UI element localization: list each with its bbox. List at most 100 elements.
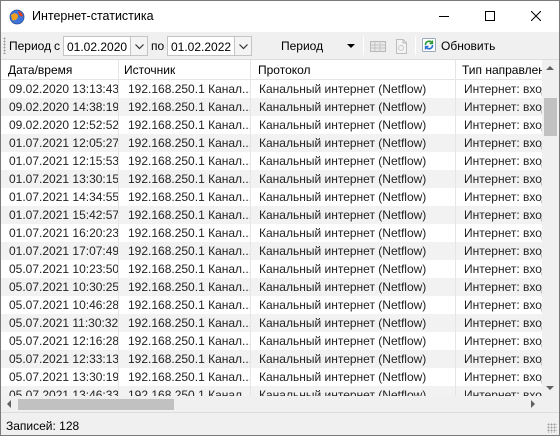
- cell-source: 192.168.250.1 Канал...: [119, 170, 251, 188]
- table-row[interactable]: 05.07.2021 10:46:28 192.168.250.1 Канал..…: [1, 296, 542, 314]
- cell-datetime: 05.07.2021 12:16:28: [1, 332, 119, 350]
- cell-protocol: Канальный интернет (Netflow): [251, 260, 456, 278]
- scroll-right-icon[interactable]: [531, 400, 535, 408]
- date-from-dropdown-button[interactable]: [130, 37, 147, 55]
- period-select-value: Период: [281, 39, 324, 53]
- period-select[interactable]: Период: [277, 36, 359, 56]
- close-button[interactable]: [513, 1, 559, 32]
- cell-datetime: 01.07.2021 16:20:23: [1, 224, 119, 242]
- table-row[interactable]: 01.07.2021 12:15:53 192.168.250.1 Канал..…: [1, 152, 542, 170]
- cell-direction-type: Интернет: вход: [464, 244, 542, 258]
- cell-protocol: Канальный интернет (Netflow): [251, 206, 456, 224]
- cell-protocol: Канальный интернет (Netflow): [251, 116, 456, 134]
- table-row[interactable]: 01.07.2021 15:42:57 192.168.250.1 Канал..…: [1, 206, 542, 224]
- refresh-button[interactable]: Обновить: [421, 35, 495, 57]
- cell-datetime: 01.07.2021 12:15:53: [1, 152, 119, 170]
- statistics-table: Дата/время Источник Протокол Тип направл…: [1, 59, 559, 412]
- scroll-left-icon[interactable]: [7, 400, 11, 408]
- maximize-button[interactable]: [467, 1, 513, 32]
- cell-direction-type: Интернет: вход: [464, 388, 542, 396]
- cell-direction-type: Интернет: вход: [464, 100, 542, 114]
- app-window: Интернет-статистика Период с 01.02.2020: [0, 0, 560, 436]
- cell-datetime: 09.02.2020 14:38:19: [1, 98, 119, 116]
- cell-protocol: Канальный интернет (Netflow): [251, 170, 456, 188]
- cell-source: 192.168.250.1 Канал...: [119, 224, 251, 242]
- cell-direction-type: Интернет: вход: [464, 118, 542, 132]
- close-icon: [530, 10, 542, 24]
- title-bar[interactable]: Интернет-статистика: [1, 1, 559, 32]
- toolbar-grip[interactable]: [3, 37, 6, 54]
- vertical-scroll-thumb[interactable]: [544, 98, 557, 136]
- cell-datetime: 01.07.2021 17:07:49: [1, 242, 119, 260]
- column-header-source[interactable]: Источник: [119, 60, 251, 80]
- cell-datetime: 05.07.2021 11:30:32: [1, 314, 119, 332]
- cell-source: 192.168.250.1 Канал...: [119, 278, 251, 296]
- table-row[interactable]: 05.07.2021 12:33:13 192.168.250.1 Канал..…: [1, 350, 542, 368]
- resize-grip[interactable]: [547, 423, 557, 433]
- table-row[interactable]: 01.07.2021 12:05:27 192.168.250.1 Канал..…: [1, 134, 542, 152]
- table-row[interactable]: 05.07.2021 13:46:33 192.168.250.1 Канал..…: [1, 386, 542, 396]
- cell-source: 192.168.250.1 Канал...: [119, 80, 251, 98]
- minimize-icon: [439, 10, 449, 24]
- cell-datetime: 05.07.2021 13:46:33: [1, 386, 119, 396]
- date-to-picker[interactable]: 01.02.2022: [167, 36, 252, 56]
- export-icon[interactable]: [369, 37, 387, 55]
- table-row[interactable]: 09.02.2020 14:38:19 192.168.250.1 Канал..…: [1, 98, 542, 116]
- cell-datetime: 09.02.2020 13:13:43: [1, 80, 119, 98]
- maximize-icon: [485, 10, 495, 24]
- cell-datetime: 05.07.2021 10:46:28: [1, 296, 119, 314]
- cell-direction-type: Интернет: вход: [464, 262, 542, 276]
- table-row[interactable]: 09.02.2020 12:52:52 192.168.250.1 Канал..…: [1, 116, 542, 134]
- cell-direction-type: Интернет: вход: [464, 82, 542, 96]
- cell-protocol: Канальный интернет (Netflow): [251, 152, 456, 170]
- column-header-datetime[interactable]: Дата/время: [1, 60, 119, 80]
- table-row[interactable]: 05.07.2021 10:23:50 192.168.250.1 Канал..…: [1, 260, 542, 278]
- column-header-direction-type[interactable]: Тип направления: [456, 60, 542, 80]
- date-to-dropdown-button[interactable]: [234, 37, 251, 55]
- document-icon[interactable]: [392, 37, 410, 55]
- date-from-picker[interactable]: 01.02.2020: [63, 36, 148, 56]
- cell-datetime: 01.07.2021 12:05:27: [1, 134, 119, 152]
- table-row[interactable]: 09.02.2020 13:13:43 192.168.250.1 Канал..…: [1, 80, 542, 98]
- period-label: Период: [9, 39, 52, 53]
- cell-direction-type: Интернет: вход: [464, 154, 542, 168]
- table-header: Дата/время Источник Протокол Тип направл…: [1, 60, 542, 80]
- window-title: Интернет-статистика: [32, 9, 154, 23]
- cell-datetime: 09.02.2020 12:52:52: [1, 116, 119, 134]
- horizontal-scrollbar[interactable]: [1, 396, 542, 412]
- dropdown-arrow-icon: [347, 44, 355, 48]
- table-body: 09.02.2020 13:13:43 192.168.250.1 Канал..…: [1, 80, 542, 396]
- refresh-icon: [421, 37, 437, 56]
- cell-source: 192.168.250.1 Канал...: [119, 98, 251, 116]
- toolbar-separator: [415, 36, 416, 55]
- horizontal-scroll-thumb[interactable]: [18, 399, 174, 410]
- table-row[interactable]: 05.07.2021 13:30:19 192.168.250.1 Канал..…: [1, 368, 542, 386]
- cell-source: 192.168.250.1 Канал...: [119, 116, 251, 134]
- cell-source: 192.168.250.1 Канал...: [119, 386, 251, 396]
- cell-datetime: 05.07.2021 13:30:19: [1, 368, 119, 386]
- to-label: по: [151, 39, 165, 53]
- scroll-up-icon[interactable]: [546, 66, 554, 70]
- cell-protocol: Канальный интернет (Netflow): [251, 224, 456, 242]
- cell-direction-type: Интернет: вход: [464, 172, 542, 186]
- minimize-button[interactable]: [421, 1, 467, 32]
- table-row[interactable]: 01.07.2021 16:20:23 192.168.250.1 Канал..…: [1, 224, 542, 242]
- table-row[interactable]: 05.07.2021 12:16:28 192.168.250.1 Канал..…: [1, 332, 542, 350]
- cell-protocol: Канальный интернет (Netflow): [251, 368, 456, 386]
- cell-datetime: 05.07.2021 10:30:25: [1, 278, 119, 296]
- table-row[interactable]: 05.07.2021 11:30:32 192.168.250.1 Канал..…: [1, 314, 542, 332]
- cell-datetime: 05.07.2021 10:23:50: [1, 260, 119, 278]
- cell-protocol: Канальный интернет (Netflow): [251, 98, 456, 116]
- table-row[interactable]: 05.07.2021 10:30:25 192.168.250.1 Канал..…: [1, 278, 542, 296]
- vertical-scrollbar[interactable]: [542, 60, 559, 396]
- cell-source: 192.168.250.1 Канал...: [119, 350, 251, 368]
- table-row[interactable]: 01.07.2021 14:34:55 192.168.250.1 Канал..…: [1, 188, 542, 206]
- cell-datetime: 05.07.2021 12:33:13: [1, 350, 119, 368]
- cell-protocol: Канальный интернет (Netflow): [251, 242, 456, 260]
- scroll-down-icon[interactable]: [546, 386, 554, 390]
- table-row[interactable]: 01.07.2021 17:07:49 192.168.250.1 Канал..…: [1, 242, 542, 260]
- refresh-label: Обновить: [441, 39, 496, 53]
- toolbar: Период с 01.02.2020 по 01.02.2022 Период: [1, 32, 559, 59]
- table-row[interactable]: 01.07.2021 13:30:15 192.168.250.1 Канал..…: [1, 170, 542, 188]
- column-header-protocol[interactable]: Протокол: [251, 60, 456, 80]
